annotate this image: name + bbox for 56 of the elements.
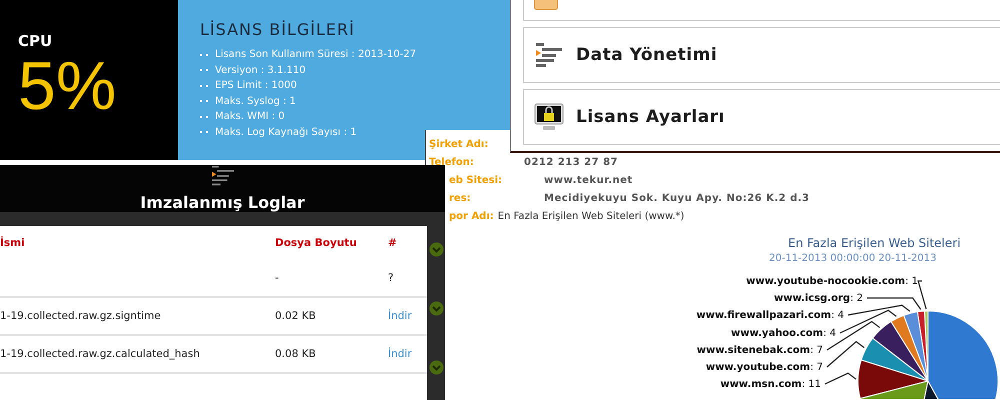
list-icon [534, 42, 564, 68]
table-cell: ? [388, 272, 394, 284]
field-value: En Fazla Erişilen Web Siteleri (www.*) [498, 210, 684, 222]
bullet-icon [200, 69, 209, 72]
field-value: Mecidiyekuyu Sok. Kuyu Apy. No:26 K.2 d.3 [544, 192, 810, 204]
license-info: Lisans Son Kullanım Süresi : 2013-10-27 [215, 49, 416, 60]
monitor-lock-icon [534, 103, 564, 131]
column-header: Dosya Boyutu [275, 237, 357, 249]
data-label: www.youtube-nocookie.com: 1 [746, 276, 918, 287]
leader-line [824, 372, 856, 385]
data-label: www.yahoo.com: 4 [731, 328, 836, 339]
bullet-icon [200, 84, 209, 87]
chart-title: En Fazla Erişilen Web Siteleri [788, 236, 961, 250]
menu-label: Data Yönetimi [576, 45, 718, 65]
folder-icon [534, 0, 558, 10]
bullet-icon [200, 100, 209, 102]
data-label: www.youtube.com: 7 [706, 362, 823, 373]
license-info: Maks. Syslog : 1 [215, 96, 296, 107]
chevron-circle-icon[interactable] [428, 360, 444, 375]
field-label: Şirket Adı: [429, 138, 488, 150]
table-cell: 1-19.collected.raw.gz.signtime [0, 310, 161, 322]
leader-line [826, 320, 880, 350]
panel-title: LİSANS BİLGİLERİ [200, 20, 356, 39]
field-label: res: [449, 192, 471, 204]
bullet-icon [200, 116, 209, 118]
data-label: www.msn.com: 11 [720, 379, 821, 390]
license-info: Maks. WMI : 0 [215, 111, 285, 122]
table-cell: 1-19.collected.raw.gz.calculated_hash [0, 348, 200, 360]
field-value: www.tekur.net [544, 174, 633, 186]
license-info: EPS Limit : 1000 [215, 80, 297, 92]
license-info: Versiyon : 3.1.110 [215, 64, 306, 76]
panel-title: Imzalanmış Loglar [140, 193, 305, 212]
data-label: www.icsg.org: 2 [774, 293, 863, 304]
field-label: eb Sitesi: [449, 174, 502, 186]
chevron-circle-icon[interactable] [428, 242, 444, 257]
leader-line [826, 340, 865, 368]
cpu-label: CPU [18, 32, 54, 50]
chart-subtitle: 20-11-2013 00:00:00 20-11-2013 [769, 253, 936, 264]
cpu-value: 5% [18, 52, 118, 120]
field-label: por Adı: [449, 210, 494, 222]
data-label: www.sitenebak.com: 7 [696, 345, 823, 356]
bullet-icon [200, 54, 209, 56]
menu-card[interactable]: Lisans Ayarları [523, 89, 1000, 145]
table-cell: - [275, 272, 279, 284]
license-info: Maks. Log Kaynağı Sayısı : 1 [215, 126, 357, 138]
bullet-icon [200, 131, 209, 134]
menu-label: Lisans Ayarları [576, 107, 725, 127]
data-label: www.firewallpazari.com: 4 [696, 310, 844, 321]
column-header: # [388, 237, 397, 249]
table-cell: 0.02 KB [275, 310, 316, 322]
menu-card[interactable]: Data Yönetimi [523, 27, 1000, 83]
chevron-circle-icon[interactable] [428, 301, 444, 316]
table-cell: 0.08 KB [275, 348, 316, 360]
field-value: 0212 213 27 87 [524, 156, 618, 168]
field-label: Telefon: [429, 156, 474, 168]
column-header: İsmi [0, 237, 25, 249]
